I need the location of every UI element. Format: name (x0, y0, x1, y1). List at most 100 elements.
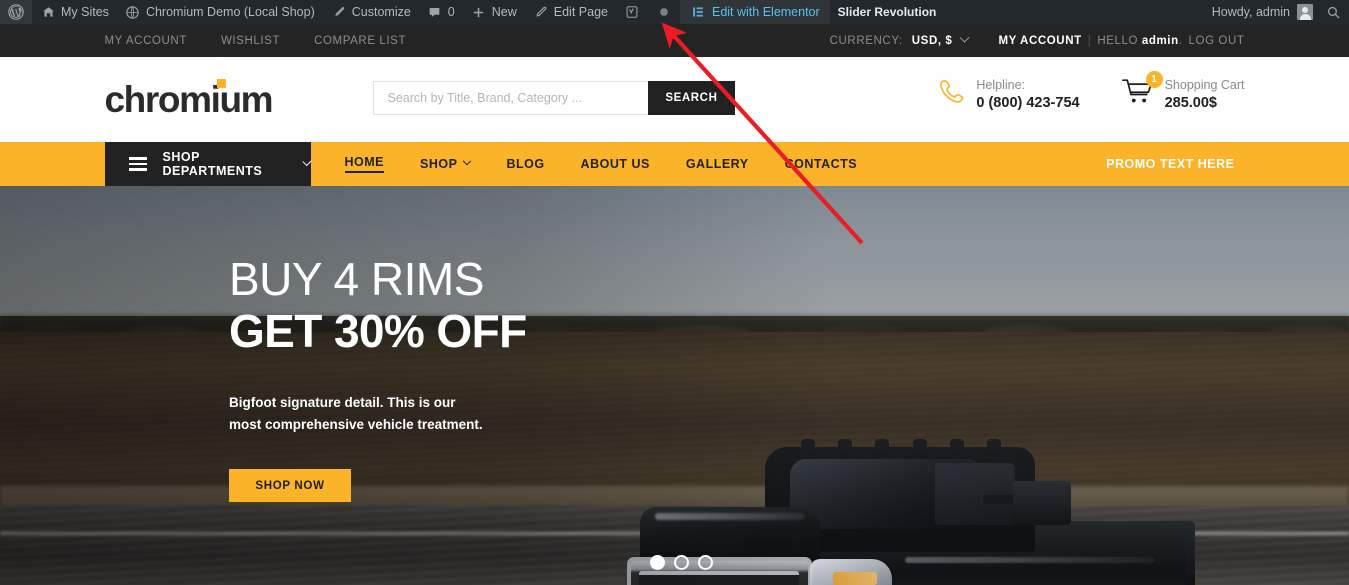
site-header-inner: chromium SEARCH Helpline: 0 (800) 423-75… (105, 57, 1245, 142)
hello-username: admin (1141, 34, 1179, 47)
howdy-account-menu[interactable]: Howdy, admin (1204, 0, 1317, 24)
shop-departments-label: SHOP DEPARTMENTS (162, 150, 263, 178)
hero-title-line1: BUY 4 RIMS (229, 253, 484, 305)
cart-icon-wrap: 1 (1121, 71, 1163, 110)
nav-item-shop[interactable]: SHOP (402, 142, 488, 186)
yoast-seo-menu[interactable] (616, 0, 648, 24)
account-my-account-link[interactable]: MY ACCOUNT (998, 35, 1081, 47)
cart-count-badge: 1 (1145, 71, 1163, 89)
edit-with-elementor-label: Edit with Elementor (711, 5, 820, 19)
hero-description: Bigfoot signature detail. This is our mo… (229, 394, 483, 432)
nav-item-about-us[interactable]: ABOUT US (563, 142, 668, 186)
hero-slide-dot-3[interactable] (698, 555, 713, 570)
helpline-text: Helpline: 0 (800) 423-754 (976, 76, 1079, 113)
new-content-menu[interactable]: New (463, 0, 525, 24)
top-utility-right: CURRENCY: USD, $ MY ACCOUNT | HELLO admi… (829, 32, 1245, 47)
currency-value: USD, $ (911, 34, 953, 47)
hero-content: BUY 4 RIMS GET 30% OFF Bigfoot signature… (229, 253, 749, 503)
edit-page-menu[interactable]: Edit Page (525, 0, 616, 24)
nav-item-home-label: HOME (344, 155, 384, 173)
main-menu: HOME SHOP BLOG ABOUT US GALLERY CONTACTS (327, 142, 876, 186)
wp-logo-menu[interactable] (0, 0, 32, 24)
comments-count: 0 (447, 5, 455, 19)
customize-brush-icon (331, 4, 347, 20)
phone-icon (938, 78, 965, 110)
seo-score-dot-icon (656, 4, 672, 20)
site-logo-text: chromium (104, 79, 274, 120)
chevron-down-icon (302, 156, 313, 166)
nav-item-contacts[interactable]: CONTACTS (767, 142, 876, 186)
helpline-label: Helpline: (976, 78, 1026, 92)
my-sites-menu[interactable]: My Sites (32, 0, 117, 24)
top-utility-links: MY ACCOUNT WISHLIST COMPARE LIST (105, 35, 407, 47)
edit-pencil-icon (533, 4, 549, 20)
plus-icon (471, 4, 487, 20)
customize-menu[interactable]: Customize (323, 0, 419, 24)
cart-text: Shopping Cart 285.00$ (1165, 76, 1245, 113)
customize-label: Customize (351, 5, 411, 19)
nav-item-gallery[interactable]: GALLERY (668, 142, 767, 186)
currency-selector[interactable]: CURRENCY: USD, $ (829, 32, 970, 47)
site-name-menu[interactable]: Chromium Demo (Local Shop) (117, 0, 323, 24)
search-icon (1325, 4, 1341, 20)
shopping-cart-widget[interactable]: 1 Shopping Cart 285.00$ (1121, 71, 1245, 113)
site-icon (125, 4, 141, 20)
hamburger-menu-icon (128, 157, 147, 171)
site-name-label: Chromium Demo (Local Shop) (145, 5, 315, 19)
wp-admin-bar: My Sites Chromium Demo (Local Shop) Cust… (0, 0, 1349, 24)
logout-link[interactable]: LOG OUT (1189, 35, 1245, 47)
comment-bubble-icon (427, 4, 443, 20)
nav-item-contacts-label: CONTACTS (784, 157, 858, 171)
shopping-cart-icon (1121, 79, 1154, 109)
helpline-block: Helpline: 0 (800) 423-754 (938, 76, 1080, 113)
site-logo[interactable]: chromium (104, 79, 274, 120)
hero-title-line2: GET 30% OFF (229, 305, 527, 357)
search-button[interactable]: SEARCH (648, 81, 735, 115)
hello-label: HELLO admin. (1097, 34, 1183, 47)
header-right-group: Helpline: 0 (800) 423-754 1 Shopping Car… (938, 71, 1245, 113)
nav-item-about-us-label: ABOUT US (580, 157, 650, 171)
seo-score-menu[interactable] (648, 0, 680, 24)
logo-accent-dot-icon (217, 79, 227, 88)
howdy-label: Howdy, admin (1211, 5, 1290, 19)
edit-with-elementor-button[interactable]: Edit with Elementor (679, 0, 830, 24)
admin-search-toggle[interactable] (1317, 0, 1349, 24)
yoast-seo-icon (624, 4, 640, 20)
account-separator: | (1087, 34, 1092, 47)
nav-item-home[interactable]: HOME (327, 142, 403, 186)
topbar-link-my-account[interactable]: MY ACCOUNT (105, 35, 187, 47)
hero-slider-pagination (650, 555, 713, 570)
edit-page-label: Edit Page (553, 5, 608, 19)
slider-revolution-menu[interactable]: Slider Revolution (830, 0, 945, 24)
hero-slide-dot-1[interactable] (650, 555, 665, 570)
wordpress-logo-icon (8, 4, 24, 20)
avatar (1297, 4, 1313, 20)
nav-item-blog[interactable]: BLOG (488, 142, 562, 186)
currency-label: CURRENCY: (829, 34, 903, 47)
cart-label: Shopping Cart (1164, 78, 1245, 92)
chevron-down-icon (959, 32, 970, 43)
main-navigation-inner: SHOP DEPARTMENTS HOME SHOP BLOG ABOUT US… (104, 142, 1245, 186)
top-utility-bar: MY ACCOUNT WISHLIST COMPARE LIST CURRENC… (0, 24, 1349, 57)
cart-total: 285.00$ (1164, 95, 1217, 112)
product-search-form: SEARCH (372, 81, 735, 115)
elementor-icon (690, 4, 706, 20)
topbar-link-wishlist[interactable]: WISHLIST (221, 35, 280, 47)
hero-slide-dot-2[interactable] (674, 555, 689, 570)
nav-item-shop-label: SHOP (420, 157, 458, 171)
search-input[interactable] (372, 81, 649, 115)
shop-departments-button[interactable]: SHOP DEPARTMENTS (104, 142, 313, 186)
top-utility-inner: MY ACCOUNT WISHLIST COMPARE LIST CURRENC… (105, 24, 1245, 57)
hero-slider: Ford BUY 4 RIMS GET 30% OFF Bigfoot sign… (0, 186, 1349, 585)
my-sites-icon (40, 4, 56, 20)
topbar-link-compare-list[interactable]: COMPARE LIST (314, 35, 406, 47)
nav-item-blog-label: BLOG (506, 157, 545, 171)
helpline-number: 0 (800) 423-754 (976, 95, 1080, 112)
shop-now-button[interactable]: SHOP NOW (229, 469, 351, 503)
chevron-down-icon (463, 156, 472, 166)
slider-revolution-label: Slider Revolution (837, 5, 937, 19)
comments-menu[interactable]: 0 (419, 0, 463, 24)
site-header: chromium SEARCH Helpline: 0 (800) 423-75… (0, 57, 1349, 142)
my-sites-label: My Sites (61, 5, 109, 19)
promo-text: PROMO TEXT HERE (1106, 157, 1235, 171)
